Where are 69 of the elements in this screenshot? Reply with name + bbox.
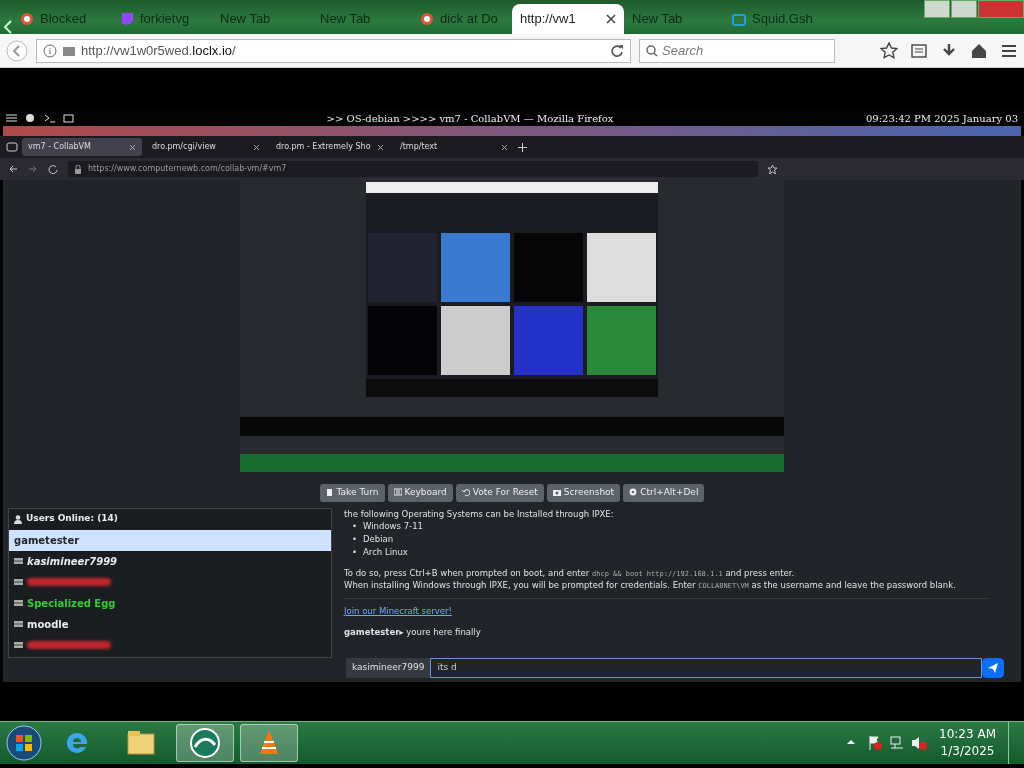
star-icon[interactable]: [768, 164, 777, 174]
keyboard-icon: [393, 488, 402, 498]
star-icon[interactable]: [880, 41, 898, 60]
bullet: •: [352, 533, 357, 546]
send-button[interactable]: [982, 657, 1004, 678]
username-label: kasimineer7999: [346, 657, 431, 678]
speech-bubble-icon: [120, 12, 134, 26]
taskbar-app[interactable]: [240, 724, 298, 762]
undo-icon: [461, 488, 470, 498]
tab-list-icon[interactable]: [6, 141, 18, 153]
close-icon[interactable]: [501, 143, 508, 151]
start-button-icon[interactable]: [6, 725, 42, 761]
reader-icon[interactable]: [910, 41, 928, 60]
user-list-item[interactable]: Specialized Egg: [9, 592, 331, 614]
list-item: Arch Linux: [363, 545, 408, 559]
list-item: Windows 7-11: [363, 520, 423, 533]
search-icon: [646, 44, 658, 57]
chat-text: the following Operating Systems can be Installed through IPXE:: [344, 507, 615, 521]
wave-app-icon: [189, 727, 221, 759]
vm-action-button[interactable]: Keyboard: [387, 484, 453, 502]
taskbar-app[interactable]: [176, 724, 234, 762]
list-item: Debian: [363, 533, 394, 546]
speaker-muted-icon[interactable]: [911, 735, 928, 751]
forward-icon[interactable]: [28, 164, 38, 174]
minecraft-link[interactable]: Join our Minecraft server!: [344, 606, 452, 616]
chat-input[interactable]: its d: [430, 657, 982, 678]
vm-action-button[interactable]: Take Turn: [319, 484, 385, 502]
browser-tab[interactable]: dro.pm - Extremely Sho: [270, 138, 390, 156]
clock: 09:23:42 PM 2025 January 03: [866, 111, 1018, 126]
vm-action-button[interactable]: Ctrl+Alt+Del: [623, 484, 705, 502]
info-icon: [43, 43, 57, 58]
user-list-item[interactable]: kasimineer7999: [9, 550, 331, 572]
page-icon: [63, 44, 75, 57]
browser-tab[interactable]: http://vw1: [512, 4, 624, 34]
chat-message: gametester▸ youre here finally: [344, 625, 482, 639]
send-icon: [988, 663, 998, 673]
lock-icon: [74, 164, 82, 174]
user-list-item[interactable]: moodle: [9, 613, 331, 635]
camera-icon: [552, 488, 561, 498]
clock[interactable]: 10:23 AM 1/3/2025: [933, 726, 1002, 760]
network-icon[interactable]: [889, 735, 906, 751]
robot-icon: [732, 12, 746, 26]
close-icon[interactable]: [253, 143, 260, 151]
vm-action-button[interactable]: Vote For Reset: [455, 484, 544, 502]
browser-tab[interactable]: /tmp/text: [394, 138, 514, 156]
close-icon[interactable]: [606, 14, 616, 24]
close-icon[interactable]: [129, 143, 136, 151]
bullet: •: [352, 520, 357, 533]
duck-logo-icon: [20, 12, 34, 26]
back-icon[interactable]: [8, 164, 18, 174]
home-icon[interactable]: [970, 41, 988, 60]
search-field[interactable]: Search: [639, 38, 835, 63]
window-title: >> OS-debian >>>> vm7 - CollabVM — Mozilla Firefox: [325, 111, 615, 126]
flag-alert-icon[interactable]: [867, 735, 884, 751]
reload-icon[interactable]: [610, 43, 624, 58]
vm-action-button[interactable]: Screenshot: [546, 484, 621, 502]
bullet: •: [352, 545, 357, 559]
menu-icon[interactable]: [6, 113, 17, 123]
user-list-item[interactable]: gametester: [9, 529, 331, 551]
address-bar[interactable]: https://www.computernewb.com/collab-vm/#vm7: [68, 161, 758, 177]
browser-tab[interactable]: vm7 - CollabVM: [22, 138, 142, 156]
panel-title: Users Online: (14): [26, 512, 118, 526]
user-icon: [14, 514, 22, 524]
browser-tab[interactable]: dro.pm/cgi/view: [146, 138, 266, 156]
duck-logo-icon: [420, 12, 434, 26]
new-tab-icon[interactable]: [518, 142, 527, 152]
terminal-icon[interactable]: [44, 113, 55, 123]
close-icon[interactable]: [377, 143, 384, 151]
address-bar[interactable]: http://vw1w0r5wed.loclx.io/: [36, 38, 631, 63]
